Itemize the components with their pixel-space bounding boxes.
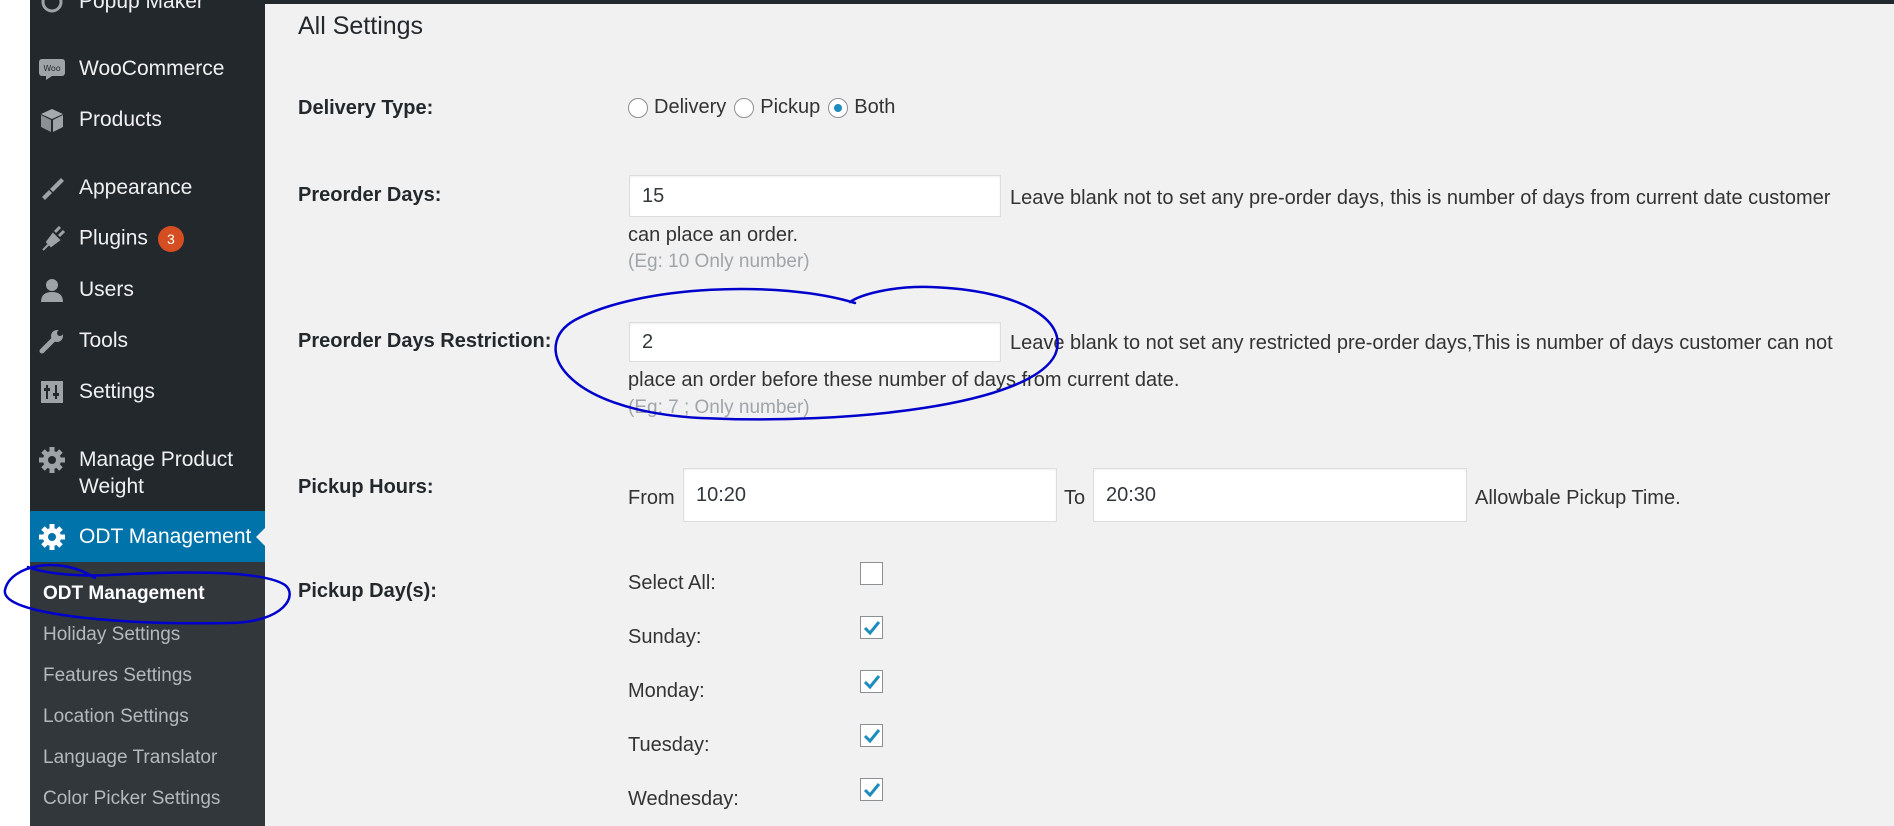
- radio-delivery-label[interactable]: Delivery: [654, 96, 726, 119]
- monday-checkbox[interactable]: [860, 670, 883, 693]
- pickup-from-label: From: [628, 487, 675, 509]
- checkmark-icon: [863, 728, 880, 743]
- preorder-days-label: Preorder Days:: [298, 184, 442, 206]
- delivery-type-radio-group: Delivery Pickup Both: [628, 96, 903, 119]
- submenu-item-features-settings[interactable]: Features Settings: [43, 665, 192, 687]
- preorder-restriction-hint: (Eg: 7 ; Only number): [628, 397, 810, 418]
- select-all-label: Select All:: [628, 572, 716, 594]
- submenu-item-odt-management[interactable]: ODT Management: [43, 583, 205, 605]
- submenu-item-language-translator[interactable]: Language Translator: [43, 747, 217, 769]
- checkmark-icon: [863, 782, 880, 797]
- settings-main: All Settings Delivery Type: Delivery Pic…: [265, 0, 1894, 826]
- sidebar-item-label: Products: [79, 108, 162, 131]
- sidebar-item-products[interactable]: Products: [30, 100, 265, 140]
- sidebar-item-users[interactable]: Users: [30, 270, 265, 310]
- preorder-restriction-input[interactable]: 2: [629, 322, 1001, 362]
- preorder-restriction-description-line1: Leave blank to not set any restricted pr…: [1010, 332, 1833, 354]
- sidebar-item-tools[interactable]: Tools: [30, 321, 265, 361]
- left-margin: [0, 0, 30, 826]
- sidebar-item-label: ODT Management: [79, 524, 252, 548]
- sidebar-item-label: Plugins 3: [79, 226, 184, 252]
- radio-both[interactable]: [828, 97, 849, 118]
- preorder-restriction-description-line2: place an order before these number of da…: [628, 369, 1180, 391]
- page-title: All Settings: [298, 12, 424, 40]
- delivery-type-label: Delivery Type:: [298, 97, 434, 119]
- day-label-tuesday: Tuesday:: [628, 734, 710, 756]
- sidebar-item-odt-management[interactable]: ODT Management: [30, 511, 265, 562]
- checkmark-icon: [863, 674, 880, 689]
- sidebar-item-woocommerce[interactable]: Woo WooCommerce: [30, 49, 265, 89]
- preorder-days-description-line1: Leave blank not to set any pre-order day…: [1010, 187, 1831, 209]
- brush-icon: [38, 174, 66, 202]
- pickup-hours-note: Allowbale Pickup Time.: [1475, 487, 1681, 509]
- preorder-restriction-label: Preorder Days Restriction:: [298, 330, 552, 352]
- gear-icon: [38, 446, 66, 474]
- sidebar-item-label: Settings: [79, 380, 155, 403]
- sidebar-item-settings[interactable]: Settings: [30, 372, 265, 412]
- sidebar-item-label: WooCommerce: [79, 57, 225, 80]
- sidebar-item-manage-product-weight[interactable]: Manage Product Weight: [30, 442, 265, 506]
- pickup-to-input[interactable]: 20:30: [1093, 468, 1467, 522]
- radio-delivery[interactable]: [628, 97, 648, 118]
- user-icon: [38, 276, 66, 304]
- day-label-wednesday: Wednesday:: [628, 788, 739, 810]
- sidebar-item-label: Appearance: [79, 176, 193, 199]
- tuesday-checkbox[interactable]: [860, 724, 883, 747]
- plugins-update-badge: 3: [157, 226, 184, 252]
- pickup-to-label: To: [1064, 487, 1086, 509]
- select-all-checkbox[interactable]: [860, 562, 883, 585]
- odt-submenu: ODT Management Holiday Settings Features…: [30, 562, 265, 826]
- sidebar-item-popup-maker[interactable]: Popup Maker: [30, 0, 265, 22]
- popup-icon: [38, 0, 66, 16]
- sunday-checkbox[interactable]: [860, 616, 883, 639]
- day-label-monday: Monday:: [628, 680, 705, 702]
- sidebar-item-label: Popup Maker: [79, 0, 204, 13]
- wrench-icon: [38, 327, 66, 355]
- gear-icon: [38, 523, 66, 551]
- preorder-days-input[interactable]: 15: [629, 175, 1001, 217]
- pickup-from-input[interactable]: 10:20: [683, 468, 1057, 522]
- woo-icon: Woo: [38, 55, 66, 83]
- sidebar-item-appearance[interactable]: Appearance: [30, 168, 265, 208]
- radio-pickup-label[interactable]: Pickup: [760, 96, 820, 119]
- submenu-item-color-picker-settings[interactable]: Color Picker Settings: [43, 788, 220, 810]
- preorder-days-hint: (Eg: 10 Only number): [628, 251, 810, 272]
- admin-sidebar: Popup Maker Woo WooCommerce Products App…: [30, 0, 265, 826]
- sidebar-item-label: Tools: [79, 329, 129, 352]
- pickup-hours-label: Pickup Hours:: [298, 476, 434, 498]
- sidebar-item-label: Users: [79, 278, 134, 301]
- pickup-days-label: Pickup Day(s):: [298, 580, 437, 602]
- radio-pickup[interactable]: [734, 97, 755, 118]
- submenu-item-location-settings[interactable]: Location Settings: [43, 706, 189, 728]
- svg-text:Woo: Woo: [43, 64, 60, 73]
- wednesday-checkbox[interactable]: [860, 778, 883, 801]
- checkmark-icon: [863, 620, 880, 635]
- day-label-sunday: Sunday:: [628, 626, 702, 648]
- box-icon: [38, 106, 66, 134]
- sidebar-item-plugins[interactable]: Plugins 3: [30, 219, 265, 259]
- settings-icon: [38, 378, 66, 406]
- radio-both-label[interactable]: Both: [854, 96, 895, 119]
- preorder-days-description-line2: can place an order.: [628, 224, 799, 246]
- submenu-item-holiday-settings[interactable]: Holiday Settings: [43, 624, 180, 646]
- plugin-icon: [38, 225, 66, 253]
- sidebar-item-label: Manage Product Weight: [79, 448, 234, 498]
